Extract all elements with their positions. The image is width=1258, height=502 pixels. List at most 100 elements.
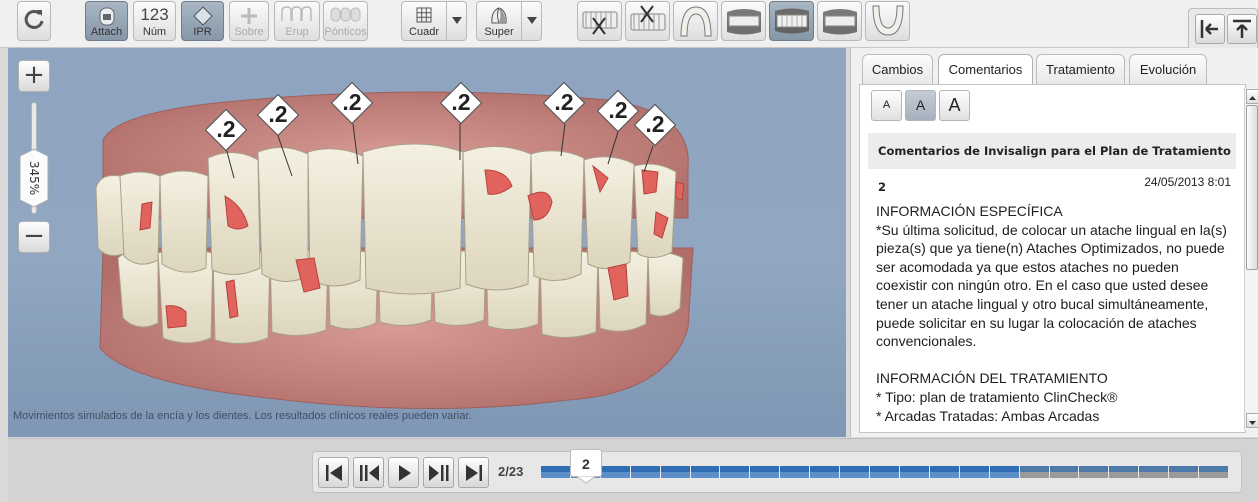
grid-label: Cuadr (409, 26, 439, 38)
chevron-down-icon (446, 2, 466, 40)
font-small-button[interactable]: A (871, 90, 902, 121)
toolbar: Attach 123 Núm IPR Sobre Erup Pónticos C… (0, 0, 1258, 48)
vertical-scrollbar[interactable] (1244, 88, 1258, 430)
arrow-to-top-icon (1233, 19, 1251, 38)
superimpose-dropdown[interactable]: Super (476, 1, 542, 41)
eruption-teeth-icon (281, 6, 312, 21)
ipr-value: .2 (216, 116, 236, 142)
numbering-icon: 123 (140, 5, 169, 24)
marker-pointer (574, 476, 597, 484)
pontics-teeth-icon (330, 7, 360, 22)
timeline-segment-lower[interactable] (1019, 472, 1049, 478)
timeline-segment-lower[interactable] (959, 472, 989, 478)
attach-tool-button[interactable]: Attach (85, 1, 128, 41)
timeline-segment-lower[interactable] (1079, 472, 1109, 478)
left-view-button[interactable] (817, 1, 862, 41)
caret-up-icon (1249, 96, 1256, 100)
teeth-model-render[interactable] (8, 48, 846, 437)
3d-viewer[interactable]: .2 .2 .2 .2 .2 .2 .2 + 345% − Movimiento… (8, 48, 846, 437)
pontics-label: Pónticos (324, 26, 367, 38)
last-stage-button[interactable] (458, 457, 489, 488)
upper-teeth-remove-icon (582, 11, 618, 35)
refresh-icon (24, 9, 44, 29)
timeline-segment-lower[interactable] (660, 472, 690, 478)
grid-dropdown[interactable]: Cuadr (401, 1, 467, 41)
panel-nav-box (1188, 8, 1258, 48)
timeline-segment-lower[interactable] (541, 472, 570, 478)
scrollbar-thumb[interactable] (1246, 105, 1258, 270)
plus-icon (241, 8, 257, 24)
zoom-in-button[interactable]: + (18, 60, 50, 92)
pontics-tool-button[interactable]: Pónticos (323, 1, 368, 41)
front-view-button[interactable] (769, 1, 814, 41)
zoom-level: 345% (27, 160, 41, 196)
ipr-value: .2 (645, 111, 665, 137)
tab-changes[interactable]: Cambios (862, 54, 933, 84)
timeline-segment-lower[interactable] (899, 472, 929, 478)
timeline-segment-lower[interactable] (780, 472, 810, 478)
comment-text: INFORMACIÓN ESPECÍFICA *Su última solici… (876, 202, 1228, 432)
treatment-info-paragraph: INFORMACIÓN DEL TRATAMIENTO * Tipo: plan… (876, 370, 1118, 424)
previous-stage-button[interactable] (353, 457, 384, 488)
tab-comments[interactable]: Comentarios (938, 54, 1033, 86)
ipr-tool-button[interactable]: IPR (181, 1, 224, 41)
timeline-segment-lower[interactable] (1199, 472, 1228, 478)
numbering-tool-button[interactable]: 123 Núm (133, 1, 176, 41)
scroll-down-arrow[interactable] (1246, 413, 1258, 428)
timeline-segment-lower[interactable] (1109, 472, 1139, 478)
next-stage-button[interactable] (423, 457, 454, 488)
tab-evolution[interactable]: Evolución (1129, 54, 1207, 84)
upper-occlusal-remove-view-button[interactable] (577, 1, 622, 41)
timeline-segment-lower[interactable] (1139, 472, 1169, 478)
upper-arch-view-button[interactable] (673, 1, 718, 41)
first-stage-button[interactable] (318, 457, 349, 488)
ipr-value: .2 (268, 101, 288, 127)
timeline-segment-lower[interactable] (600, 472, 630, 478)
timeline-segment-lower[interactable] (989, 472, 1019, 478)
reset-view-button[interactable] (17, 1, 51, 41)
font-large-button[interactable]: A (939, 90, 970, 121)
timeline-segment-lower[interactable] (630, 472, 660, 478)
scroll-up-arrow[interactable] (1246, 89, 1258, 104)
collapse-top-button[interactable] (1227, 14, 1257, 44)
comment-title: Comentarios de Invisalign para el Plan d… (868, 133, 1236, 194)
timeline-segment-lower[interactable] (1049, 472, 1079, 478)
ipr-value: .2 (342, 89, 362, 115)
right-view-button[interactable] (721, 1, 766, 41)
zoom-slider-handle[interactable]: 345% (18, 148, 50, 208)
right-side-teeth-icon (727, 9, 761, 35)
play-button[interactable] (388, 457, 419, 488)
timeline-segment-lower[interactable] (720, 472, 750, 478)
font-medium-button[interactable]: A (905, 90, 936, 121)
current-stage-marker[interactable]: 2 (569, 449, 602, 484)
ipr-diamond-icon (192, 6, 213, 26)
timeline-segment-lower[interactable] (690, 472, 720, 478)
lower-arch-view-button[interactable] (865, 1, 910, 41)
tab-treatment[interactable]: Tratamiento (1036, 54, 1125, 84)
simulation-disclaimer: Movimientos simulados de la encía y los … (13, 410, 472, 422)
chevron-down-icon (521, 2, 541, 40)
superimpose-label: Super (484, 26, 514, 38)
front-teeth-icon (775, 8, 809, 34)
zoom-out-button[interactable]: − (18, 221, 50, 253)
grid-icon (416, 7, 432, 23)
timeline-segment-lower[interactable] (870, 472, 899, 478)
timeline-segment-lower[interactable] (750, 472, 780, 478)
skip-to-start-icon (326, 465, 342, 481)
attachment-icon (99, 7, 114, 26)
lower-occlusal-remove-view-button[interactable] (625, 1, 670, 41)
info-panel: Cambios Comentarios Tratamiento Evolució… (850, 48, 1258, 437)
timeline-segment-lower[interactable] (929, 472, 959, 478)
caret-down-icon (1249, 421, 1256, 425)
overlay-label: Sobre (234, 26, 264, 38)
ipr-value: .2 (554, 89, 574, 115)
stage-timeline[interactable]: 2 (541, 449, 1229, 484)
ipr-label: IPR (193, 26, 212, 38)
timeline-segment-lower[interactable] (810, 472, 840, 478)
eruption-tool-button[interactable]: Erup (274, 1, 320, 41)
timeline-segment-lower[interactable] (840, 472, 870, 478)
timeline-segment-lower[interactable] (1169, 472, 1199, 478)
collapse-left-button[interactable] (1195, 14, 1225, 44)
arrow-to-left-icon (1200, 20, 1218, 38)
overlay-tool-button[interactable]: Sobre (229, 1, 269, 41)
